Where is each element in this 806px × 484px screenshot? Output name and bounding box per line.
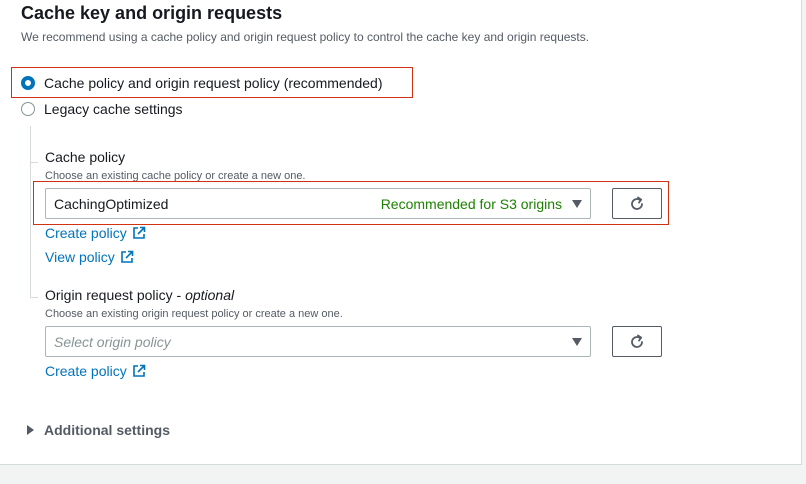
refresh-icon — [631, 196, 643, 210]
section-title: Cache key and origin requests — [21, 3, 283, 23]
radio-label-recommended: Cache policy and origin request policy (… — [44, 75, 383, 91]
additional-settings-label: Additional settings — [44, 422, 170, 438]
cache-policy-label: Cache policy — [45, 149, 126, 165]
origin-request-policy-select[interactable]: Select origin policy — [45, 326, 591, 357]
tree-tick-cache — [30, 162, 38, 163]
view-cache-policy-link-label: View policy — [45, 249, 115, 265]
radio-label-legacy: Legacy cache settings — [44, 101, 183, 117]
tree-connector-line — [30, 126, 31, 298]
create-cache-policy-link-label: Create policy — [45, 225, 127, 241]
refresh-icon — [631, 334, 643, 348]
radio-option-recommended[interactable]: Cache policy and origin request policy (… — [21, 75, 383, 91]
external-link-icon — [120, 250, 134, 263]
optional-label: optional — [185, 287, 235, 303]
create-cache-policy-link[interactable]: Create policy — [45, 225, 146, 241]
caret-down-icon — [572, 337, 582, 346]
origin-request-policy-label-text: Origin request policy - — [45, 287, 186, 303]
radio-button-legacy[interactable] — [21, 102, 35, 116]
additional-settings-expander[interactable]: Additional settings — [27, 422, 170, 438]
view-cache-policy-link[interactable]: View policy — [45, 249, 134, 265]
create-origin-policy-link-label: Create policy — [45, 363, 127, 379]
section-description: We recommend using a cache policy and or… — [21, 30, 590, 44]
cache-policy-select[interactable]: CachingOptimized Recommended for S3 orig… — [45, 188, 591, 219]
origin-request-policy-label: Origin request policy - optional — [45, 287, 234, 303]
tree-tick-origin — [30, 297, 38, 298]
recommended-tag: Recommended for S3 origins — [380, 195, 562, 212]
cache-policy-refresh-button[interactable] — [612, 188, 662, 219]
origin-policy-refresh-button[interactable] — [612, 326, 662, 357]
external-link-icon — [132, 226, 146, 239]
external-link-icon — [132, 364, 146, 377]
origin-request-policy-hint: Choose an existing origin request policy… — [45, 308, 343, 320]
caret-right-icon — [27, 425, 34, 435]
origin-request-policy-placeholder: Select origin policy — [54, 333, 171, 350]
cache-policy-selected-value: CachingOptimized — [54, 195, 169, 212]
create-origin-policy-link[interactable]: Create policy — [45, 363, 146, 379]
radio-button-recommended[interactable] — [21, 76, 35, 90]
caret-down-icon — [572, 199, 582, 208]
radio-option-legacy[interactable]: Legacy cache settings — [21, 101, 183, 117]
cache-key-panel: Cache key and origin requests We recomme… — [0, 0, 802, 465]
